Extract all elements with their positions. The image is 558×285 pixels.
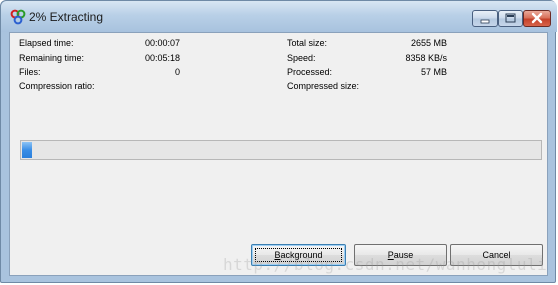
minimize-icon	[480, 19, 490, 24]
files-value: 0	[174, 67, 180, 77]
extract-dialog: 2% Extracting Elapsed time: 00:00:07 Rem…	[0, 0, 557, 283]
maximize-button[interactable]	[498, 10, 523, 27]
total-size-label: Total size:	[287, 38, 328, 48]
compression-ratio-label: Compression ratio:	[19, 81, 95, 91]
processed-label: Processed:	[287, 67, 333, 77]
speed-label: Speed:	[287, 53, 316, 63]
remaining-time-label: Remaining time:	[19, 53, 85, 63]
speed-value: 8358 KB/s	[405, 53, 447, 63]
files-label: Files:	[19, 67, 41, 77]
compressed-size-label: Compressed size:	[287, 81, 360, 91]
progress-bar	[20, 140, 542, 160]
maximize-icon	[505, 13, 516, 23]
total-size-value: 2655 MB	[410, 38, 447, 48]
watermark-text: http://blog.csdn.net/wanhongluli	[223, 255, 548, 274]
remaining-time-value: 00:05:18	[144, 53, 180, 63]
elapsed-time-value: 00:00:07	[144, 38, 180, 48]
elapsed-time-label: Elapsed time:	[19, 38, 74, 48]
title-bar[interactable]: 2% Extracting	[1, 1, 557, 32]
close-button[interactable]	[523, 10, 551, 27]
close-icon	[531, 12, 543, 24]
progress-fill	[22, 142, 32, 158]
dialog-body: Elapsed time: 00:00:07 Remaining time: 0…	[9, 32, 548, 276]
minimize-button[interactable]	[472, 10, 498, 27]
window-title: 2% Extracting	[29, 10, 104, 24]
app-icon	[10, 9, 26, 25]
processed-value: 57 MB	[420, 67, 447, 77]
